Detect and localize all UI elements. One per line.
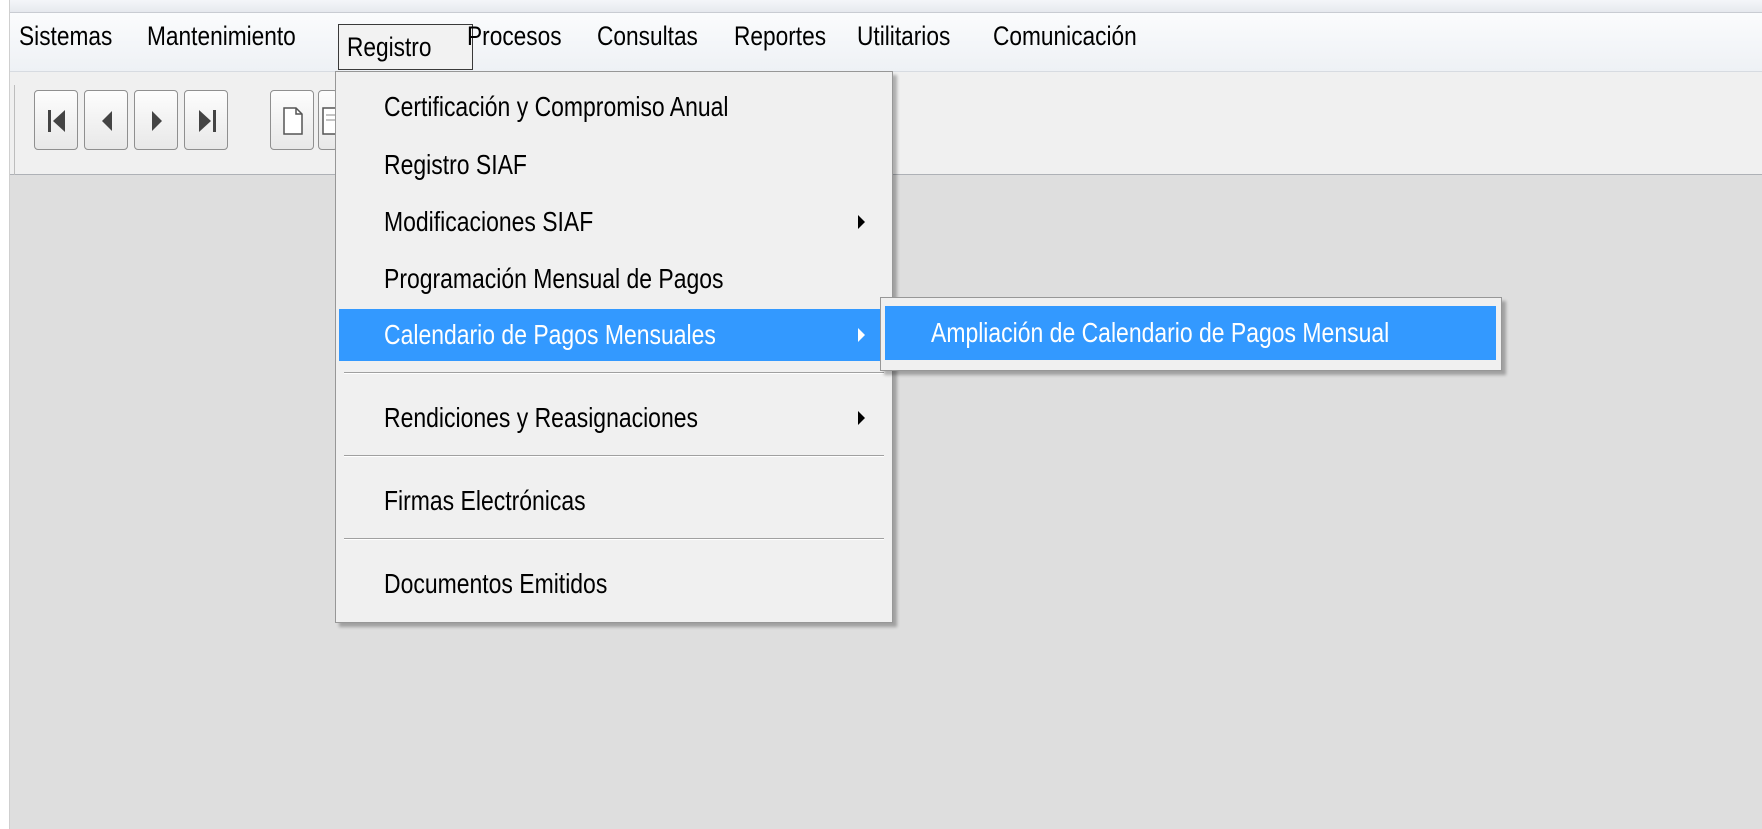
menu-item-calendario-pagos-mensuales[interactable]: Calendario de Pagos Mensuales xyxy=(339,309,887,361)
menu-item-label: Rendiciones y Reasignaciones xyxy=(384,402,698,433)
menu-item-label: Calendario de Pagos Mensuales xyxy=(384,319,716,350)
menu-item-label: Certificación y Compromiso Anual xyxy=(384,91,729,122)
application-window: Sistemas Mantenimiento Registro Procesos… xyxy=(0,0,1762,829)
first-record-icon xyxy=(48,110,65,132)
submenu-arrow-icon xyxy=(858,411,865,425)
menu-comunicacion[interactable]: Comunicación xyxy=(988,16,1142,56)
new-document-button[interactable] xyxy=(270,90,314,150)
menu-item-label: Modificaciones SIAF xyxy=(384,206,594,237)
menu-item-rendiciones-reasignaciones[interactable]: Rendiciones y Reasignaciones xyxy=(339,392,887,444)
window-top-border xyxy=(0,0,1762,13)
last-record-icon xyxy=(199,110,216,132)
menu-reportes[interactable]: Reportes xyxy=(729,16,831,56)
calendario-submenu: Ampliación de Calendario de Pagos Mensua… xyxy=(880,297,1502,371)
last-record-button[interactable] xyxy=(184,90,228,150)
menu-item-label: Registro SIAF xyxy=(384,149,527,180)
menu-separator xyxy=(344,538,884,540)
menu-item-label: Programación Mensual de Pagos xyxy=(384,263,724,294)
first-record-button[interactable] xyxy=(34,90,78,150)
menu-item-ampliacion-calendario-pagos[interactable]: Ampliación de Calendario de Pagos Mensua… xyxy=(885,306,1496,360)
menu-item-label: Firmas Electrónicas xyxy=(384,485,586,516)
menu-separator xyxy=(344,372,884,374)
submenu-arrow-icon xyxy=(858,215,865,229)
menu-sistemas[interactable]: Sistemas xyxy=(14,16,117,56)
previous-record-button[interactable] xyxy=(84,90,128,150)
registro-dropdown-menu: Certificación y Compromiso Anual Registr… xyxy=(335,71,893,623)
menu-item-label: Documentos Emitidos xyxy=(384,568,608,599)
menu-item-label: Ampliación de Calendario de Pagos Mensua… xyxy=(931,317,1390,348)
next-record-button[interactable] xyxy=(134,90,178,150)
menu-utilitarios[interactable]: Utilitarios xyxy=(852,16,955,56)
menu-item-firmas-electronicas[interactable]: Firmas Electrónicas xyxy=(339,475,887,527)
previous-record-icon xyxy=(102,111,112,131)
menu-item-registro-siaf[interactable]: Registro SIAF xyxy=(339,139,887,191)
window-left-border xyxy=(0,0,10,829)
menu-consultas[interactable]: Consultas xyxy=(592,16,703,56)
new-document-icon xyxy=(283,107,303,135)
menu-registro[interactable]: Registro xyxy=(338,24,473,70)
toolbar-grip[interactable] xyxy=(14,85,17,175)
menu-mantenimiento[interactable]: Mantenimiento xyxy=(142,16,301,56)
submenu-arrow-icon xyxy=(858,328,865,342)
menu-item-documentos-emitidos[interactable]: Documentos Emitidos xyxy=(339,558,887,610)
menu-item-programacion-mensual-pagos[interactable]: Programación Mensual de Pagos xyxy=(339,253,887,305)
menu-item-certificacion-compromiso-anual[interactable]: Certificación y Compromiso Anual xyxy=(339,81,887,133)
menu-separator xyxy=(344,455,884,457)
menu-procesos[interactable]: Procesos xyxy=(462,16,567,56)
menu-item-modificaciones-siaf[interactable]: Modificaciones SIAF xyxy=(339,196,887,248)
next-record-icon xyxy=(152,111,162,131)
menu-registro-label: Registro xyxy=(347,32,432,62)
